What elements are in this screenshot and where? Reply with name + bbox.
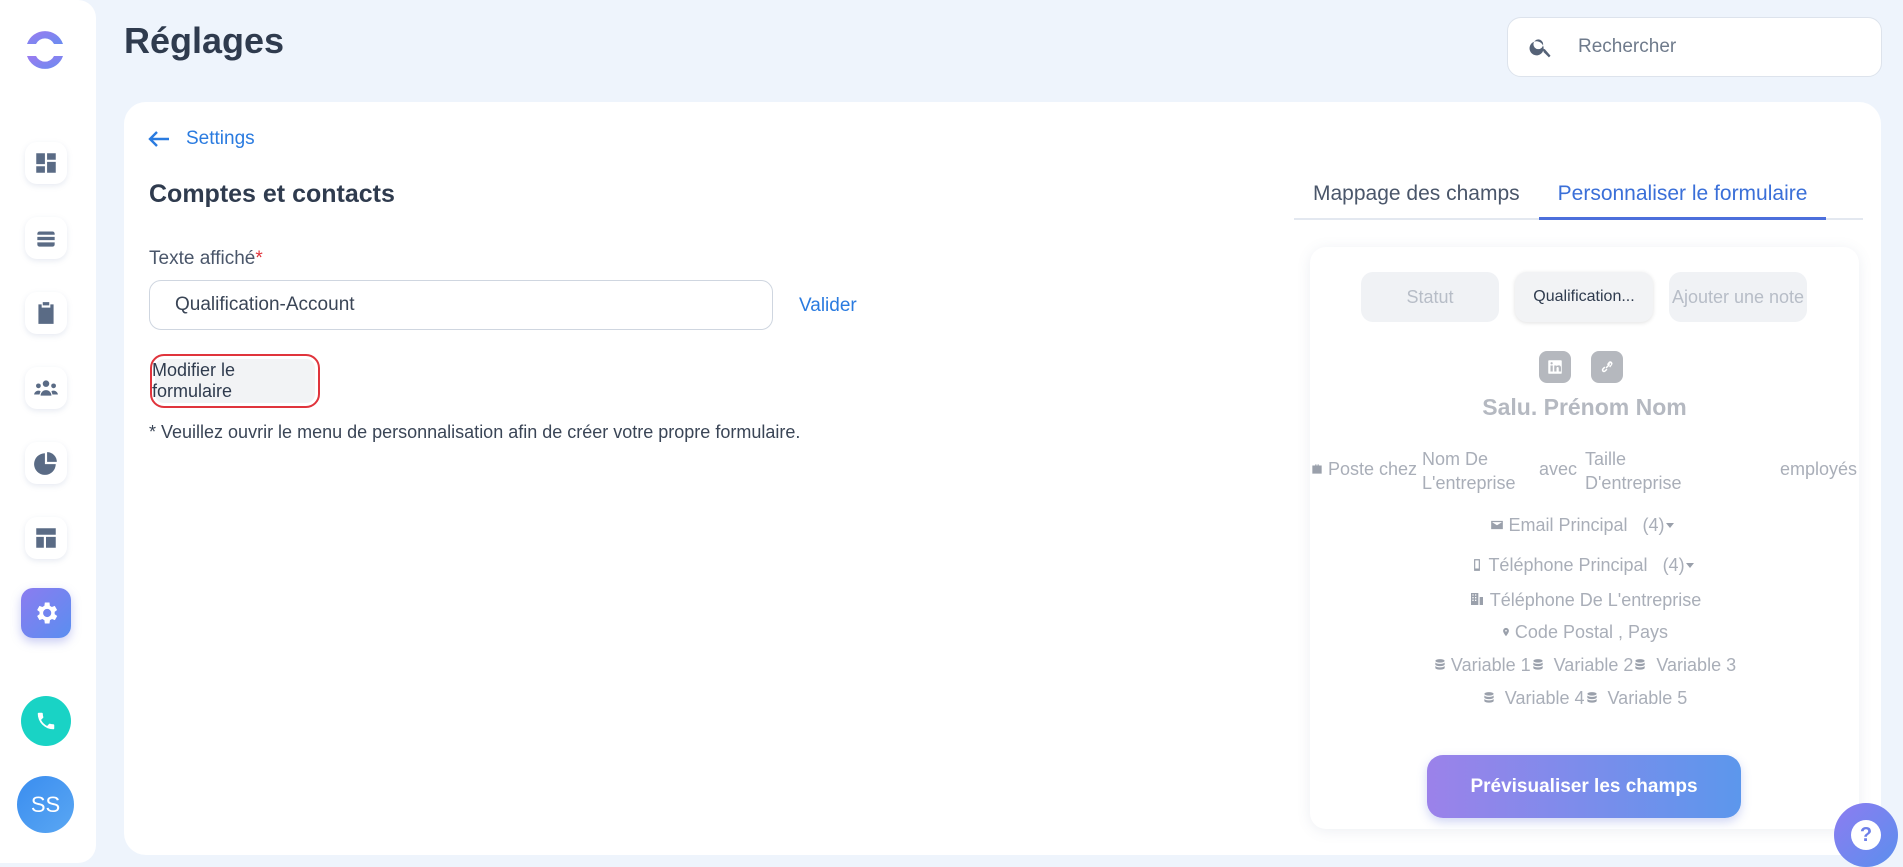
search-box[interactable] <box>1507 17 1882 77</box>
team-icon <box>34 380 58 396</box>
nav-reports[interactable] <box>25 442 67 484</box>
database-icon <box>1635 659 1646 670</box>
caret-down-icon <box>1685 563 1694 568</box>
company-name-placeholder: Nom De L'entreprise <box>1422 449 1516 493</box>
mobile-icon <box>1474 559 1481 571</box>
nav-layers[interactable] <box>25 217 67 259</box>
add-note-chip: Ajouter une note <box>1669 272 1807 322</box>
gear-icon <box>37 602 58 624</box>
nav-settings[interactable] <box>21 588 71 638</box>
employees-text: employés <box>1780 459 1858 479</box>
database-icon <box>1484 692 1494 703</box>
phone-row: Téléphone Principal (4) <box>1310 555 1859 576</box>
contact-name-placeholder: Salu. Prénom Nom <box>1482 394 1687 420</box>
pie-chart-icon <box>34 452 57 475</box>
with-text: avec <box>1539 459 1578 479</box>
caret-down-icon <box>1665 523 1674 528</box>
settings-card: Settings Comptes et contacts Texte affic… <box>124 102 1881 855</box>
status-chip: Statut <box>1361 272 1499 322</box>
validate-button[interactable]: Valider <box>799 295 857 317</box>
preview-fields-button[interactable]: Prévisualiser les champs <box>1427 755 1741 818</box>
nav-dashboard[interactable] <box>25 142 67 184</box>
layers-icon <box>37 231 55 247</box>
database-icon <box>1532 659 1543 670</box>
link-icon <box>1591 351 1623 383</box>
variables-row-2: Variable 4 Variable 5 <box>1310 688 1859 709</box>
tab-field-mapping[interactable]: Mappage des champs <box>1294 170 1539 220</box>
page-title: Réglages <box>124 20 285 61</box>
clipboard-icon <box>38 302 54 324</box>
email-row: Email Principal (4) <box>1310 515 1859 536</box>
company-phone-row: Téléphone De L'entreprise <box>1310 590 1859 611</box>
dashboard-icon <box>36 153 56 173</box>
edit-form-button[interactable]: Modifier le formulaire <box>150 354 320 408</box>
linkedin-icon <box>1539 351 1571 383</box>
search-input[interactable] <box>1578 36 1838 58</box>
hint-text: * Veuillez ouvrir le menu de personnalis… <box>149 422 801 442</box>
tab-customize-form[interactable]: Personnaliser le formulaire <box>1538 170 1827 220</box>
nav-tasks[interactable] <box>25 292 67 334</box>
database-icon <box>1435 659 1445 670</box>
pin-icon <box>1503 627 1509 637</box>
tabs-bar: Mappage des champs Personnaliser le form… <box>1294 170 1863 220</box>
app-logo[interactable] <box>21 24 69 76</box>
sidebar: SS <box>0 0 96 863</box>
user-avatar[interactable]: SS <box>17 776 74 833</box>
nav-team[interactable] <box>25 367 67 409</box>
form-preview-panel: Statut Qualification... Ajouter une note… <box>1310 247 1859 829</box>
briefcase-icon <box>1312 464 1322 474</box>
display-text-input[interactable] <box>149 280 773 330</box>
job-row: Poste chez <box>1310 459 1417 480</box>
back-link[interactable]: Settings <box>148 128 255 150</box>
phone-icon <box>37 712 55 730</box>
call-button[interactable] <box>21 696 71 746</box>
company-size-placeholder: Taille D'entreprise <box>1585 449 1682 493</box>
field-label-text: Texte affiché <box>149 248 256 269</box>
nav-templates[interactable] <box>25 517 67 559</box>
layout-icon <box>36 528 56 548</box>
address-row: Code Postal , Pays <box>1310 622 1859 643</box>
envelope-icon <box>1491 520 1504 530</box>
help-button[interactable]: ? <box>1834 803 1898 867</box>
building-icon <box>1470 593 1483 605</box>
variables-row-1: Variable 1 Variable 2 Variable 3 <box>1310 655 1859 676</box>
search-icon <box>1529 39 1551 58</box>
qualification-chip[interactable]: Qualification... <box>1515 272 1653 322</box>
section-title: Comptes et contacts <box>149 180 395 208</box>
back-label: Settings <box>186 128 255 149</box>
database-icon <box>1586 692 1597 703</box>
required-mark: * <box>255 248 263 269</box>
field-label: Texte affiché* <box>149 248 263 270</box>
help-icon: ? <box>1851 820 1881 850</box>
arrow-left-icon <box>148 131 169 147</box>
